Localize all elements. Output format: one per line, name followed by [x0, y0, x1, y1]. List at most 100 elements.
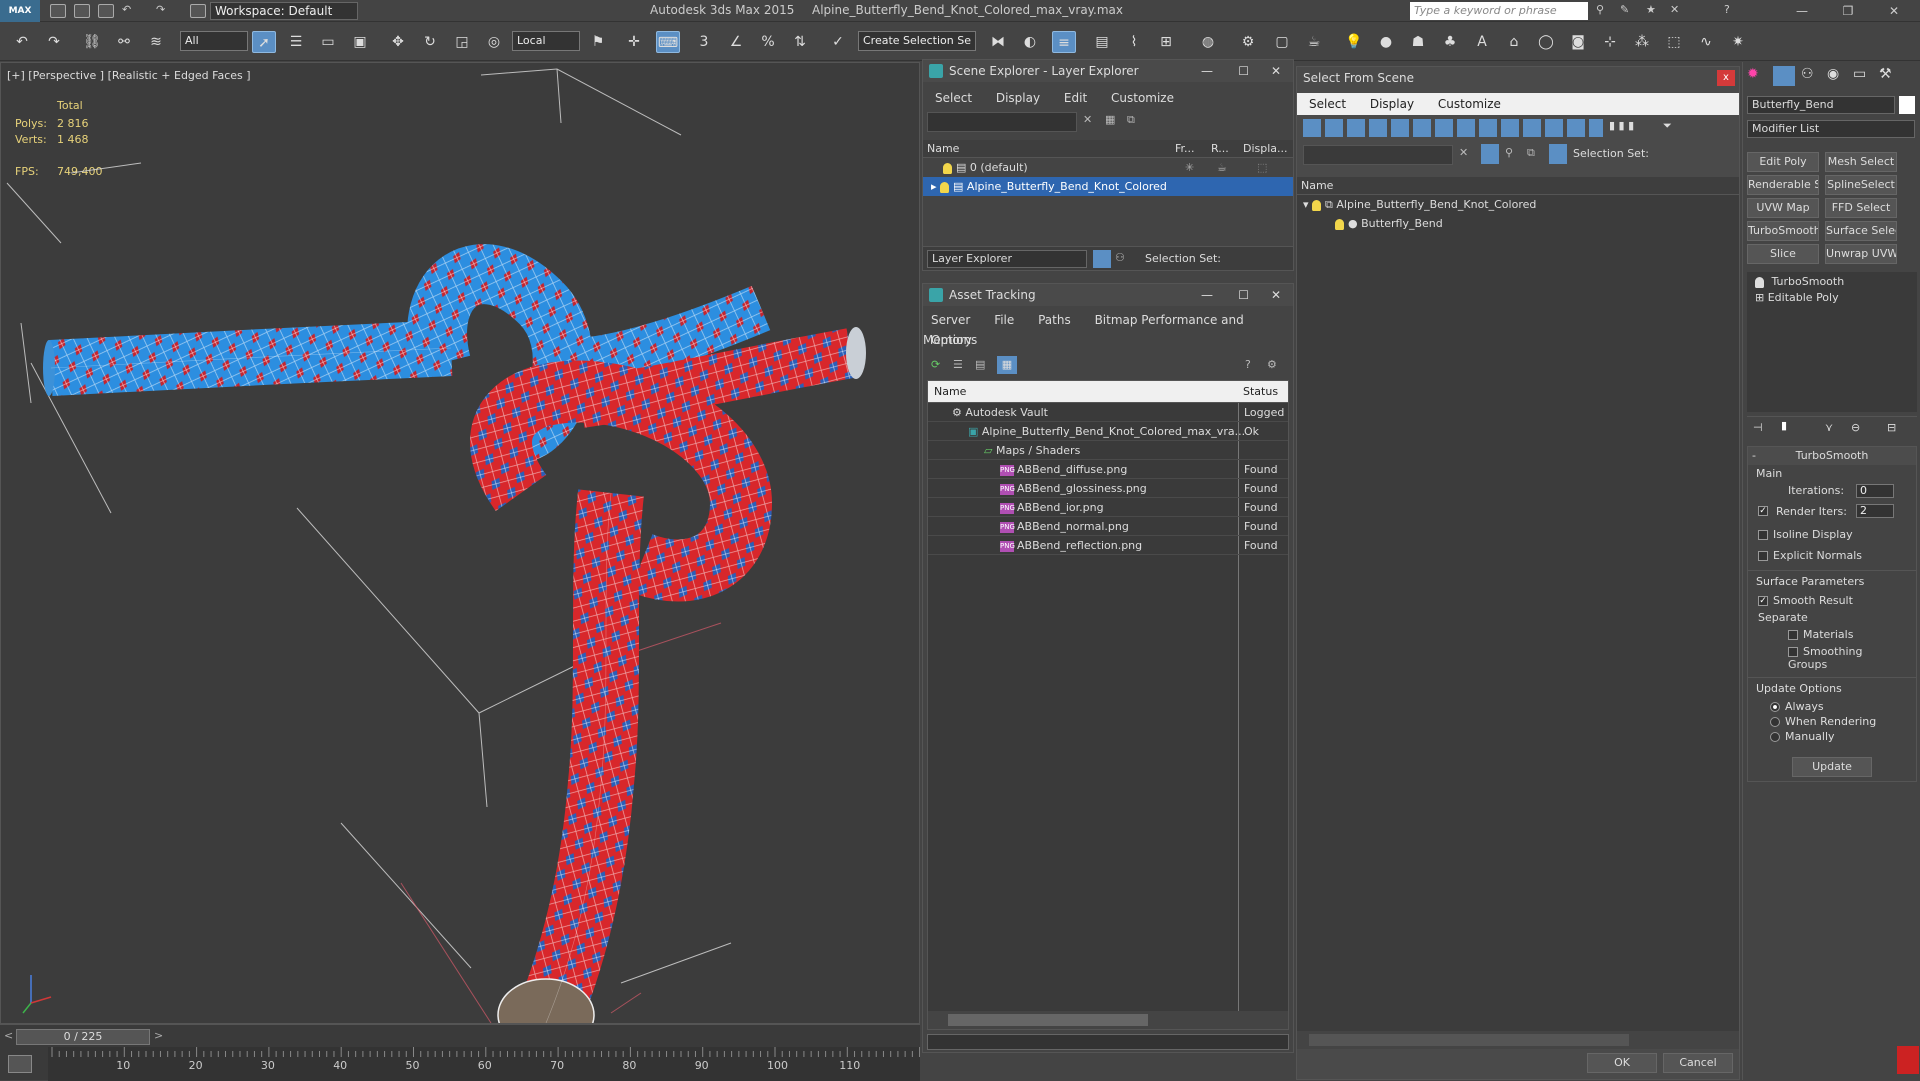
text-icon[interactable]: A	[1470, 31, 1494, 53]
hierarchy-icon[interactable]: ⚇	[1115, 251, 1125, 264]
next-frame-icon[interactable]: >	[154, 1029, 163, 1042]
spinner-snap-icon[interactable]: ⇅	[788, 31, 812, 53]
smooth-result-checkbox[interactable]: ✓	[1758, 596, 1768, 606]
menu-display[interactable]: Display	[1370, 97, 1414, 111]
menu-select[interactable]: Select	[1309, 97, 1346, 111]
helper-box-icon[interactable]: ⬚	[1662, 31, 1686, 53]
bottle-icon[interactable]: ⌂	[1502, 31, 1526, 53]
help-icon[interactable]: ?	[1245, 358, 1251, 371]
link-icon[interactable]: ⛓	[80, 31, 104, 53]
modifier-button[interactable]: FFD Select	[1825, 198, 1897, 218]
menu-select[interactable]: Select	[935, 91, 972, 105]
filter-icon[interactable]: ⏷	[1663, 119, 1672, 133]
torus-icon[interactable]: ◯	[1534, 31, 1558, 53]
minimize-icon[interactable]: —	[1792, 2, 1812, 20]
find-icon[interactable]: ▦	[1105, 113, 1115, 126]
menu-file[interactable]: File	[994, 313, 1014, 327]
name-filter-input[interactable]	[1303, 145, 1453, 165]
asset-row[interactable]: PNG ABBend_normal.png Found	[928, 517, 1288, 536]
stack-item-editable-poly[interactable]: ⊞ Editable Poly	[1747, 288, 1917, 307]
col-name[interactable]: Name	[1297, 177, 1739, 195]
app-logo[interactable]: MAX	[0, 0, 40, 22]
minimize-icon[interactable]: —	[1201, 284, 1213, 306]
hierarchy-tab-icon[interactable]: ⚇	[1801, 66, 1814, 82]
maximize-icon[interactable]: ❐	[1838, 2, 1858, 20]
move-icon[interactable]: ✥	[386, 31, 410, 53]
plus-icon[interactable]: ⊞	[1755, 291, 1768, 304]
close-icon[interactable]: x	[1717, 70, 1735, 86]
light-icon[interactable]: 💡	[1342, 31, 1366, 53]
col-render[interactable]: R...	[1211, 140, 1229, 158]
col-name[interactable]: Name	[927, 140, 959, 158]
menu-edit[interactable]: Edit	[1064, 91, 1087, 105]
save-file-icon[interactable]	[98, 4, 114, 18]
angle-snap-icon[interactable]: ∠	[724, 31, 748, 53]
layers-icon[interactable]: ⧉	[1527, 146, 1535, 160]
hierarchy-filter-icon[interactable]	[1481, 144, 1499, 164]
reference-coord-dropdown[interactable]: Local	[512, 31, 580, 51]
render-frame-icon[interactable]: ▢	[1270, 31, 1294, 53]
menu-customize[interactable]: Customize	[1111, 91, 1174, 105]
pin-stack-icon[interactable]: ⊣	[1753, 421, 1763, 434]
layers-icon[interactable]: ⧉	[1127, 113, 1135, 127]
asset-row[interactable]: ▣ Alpine_Butterfly_Bend_Knot_Colored_max…	[928, 422, 1288, 441]
schematic-view-icon[interactable]: ⊞	[1154, 31, 1178, 53]
mirror-icon[interactable]: ⧓	[986, 31, 1010, 53]
render-teapot-icon[interactable]: ☕	[1217, 158, 1227, 177]
material-editor-icon[interactable]: ◍	[1196, 31, 1220, 53]
modifier-button[interactable]: UVW Map	[1747, 198, 1819, 218]
sphere-icon[interactable]: ●	[1374, 31, 1398, 53]
horizontal-scrollbar[interactable]	[928, 1011, 1288, 1029]
refresh-icon[interactable]: ⟳	[931, 358, 940, 371]
workspace-dropdown[interactable]: Workspace: Default	[210, 2, 358, 20]
layer-toggle-icon[interactable]	[1093, 250, 1111, 268]
remove-modifier-icon[interactable]: ⊖	[1851, 421, 1860, 434]
close-x-icon[interactable]: ✕	[1670, 3, 1679, 16]
rotate-icon[interactable]: ↻	[418, 31, 442, 53]
redo-icon[interactable]: ↷	[42, 31, 66, 53]
ok-button[interactable]: OK	[1587, 1053, 1657, 1073]
scene-object-row[interactable]: ▾ ⧉ Alpine_Butterfly_Bend_Knot_Colored	[1297, 195, 1739, 214]
cancel-button[interactable]: Cancel	[1663, 1053, 1733, 1073]
isoline-checkbox[interactable]	[1758, 530, 1768, 540]
select-manipulate-icon[interactable]: ✛	[622, 31, 646, 53]
scale-icon[interactable]: ◲	[450, 31, 474, 53]
bind-spacewarp-icon[interactable]: ≋	[144, 31, 168, 53]
render-icon[interactable]: ☕	[1302, 31, 1326, 53]
spark-icon[interactable]: ✷	[1726, 31, 1750, 53]
curve-editor-icon[interactable]: ⌇	[1122, 31, 1146, 53]
project-folder-icon[interactable]	[190, 4, 206, 18]
table-view-icon[interactable]: ▤	[975, 358, 985, 371]
scroll-thumb[interactable]	[1309, 1034, 1629, 1046]
app-badge-icon[interactable]	[1897, 1046, 1919, 1074]
explorer-type-dropdown[interactable]: Layer Explorer	[927, 250, 1087, 268]
camera-icon[interactable]: ◙	[1566, 31, 1590, 53]
align-icon[interactable]: ◐	[1018, 31, 1042, 53]
menu-options[interactable]: Options	[931, 333, 977, 347]
asset-row[interactable]: PNG ABBend_diffuse.png Found	[928, 460, 1288, 479]
prev-frame-icon[interactable]: <	[4, 1029, 13, 1042]
knot-model-render[interactable]	[1, 63, 920, 1024]
col-name[interactable]: Name	[934, 381, 966, 403]
when-rendering-radio[interactable]	[1770, 717, 1780, 727]
edit-named-sets-icon[interactable]: ✓	[826, 31, 850, 53]
grid-view-icon[interactable]: ▦	[997, 356, 1017, 374]
selection-filter-dropdown[interactable]: All	[180, 31, 248, 51]
particles-icon[interactable]: ⁂	[1630, 31, 1654, 53]
modifier-button[interactable]: Unwrap UVW	[1825, 244, 1897, 264]
window-crossing-icon[interactable]: ▣	[348, 31, 372, 53]
percent-snap-icon[interactable]: %	[756, 31, 780, 53]
layer-row[interactable]: ▤ 0 (default) ✳ ☕ ⬚	[923, 158, 1293, 177]
new-file-icon[interactable]	[50, 4, 66, 18]
open-file-icon[interactable]	[74, 4, 90, 18]
expand-arrow-icon[interactable]: ▸	[931, 180, 940, 193]
asset-row[interactable]: ▱ Maps / Shaders	[928, 441, 1288, 460]
layer-row[interactable]: ▸ ▤ Alpine_Butterfly_Bend_Knot_Colored	[923, 177, 1293, 196]
pivot-icon[interactable]: ⚑	[586, 31, 610, 53]
modifier-button[interactable]: SplineSelect	[1825, 175, 1897, 195]
star-icon[interactable]: ★	[1646, 3, 1656, 16]
materials-checkbox[interactable]	[1788, 630, 1798, 640]
time-slider[interactable]: 0 / 225	[16, 1029, 150, 1045]
teapot-icon[interactable]: ☗	[1406, 31, 1430, 53]
light-bulb-icon[interactable]	[1755, 276, 1764, 288]
